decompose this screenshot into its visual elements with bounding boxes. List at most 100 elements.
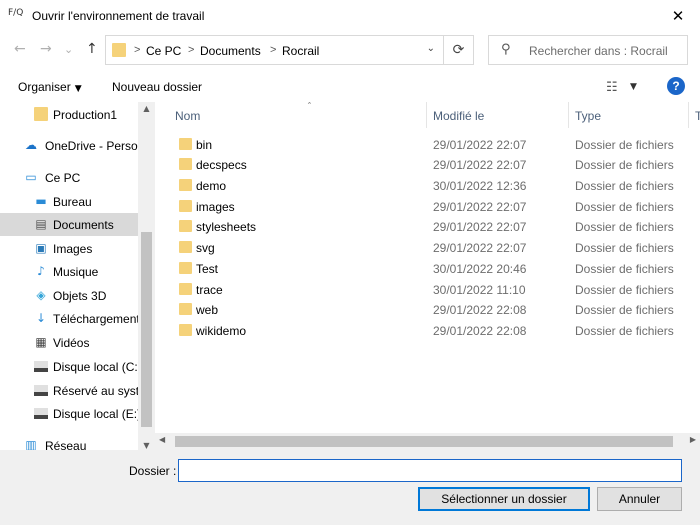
breadcrumb-documents[interactable]: Documents xyxy=(200,44,261,58)
dialog-footer: Dossier : Sélectionner un dossier Annule… xyxy=(0,450,700,525)
new-folder-button[interactable]: Nouveau dossier xyxy=(112,80,202,94)
sidebar-item-label: Ce PC xyxy=(45,171,81,185)
scrollbar-thumb[interactable] xyxy=(175,436,673,447)
chevron-down-icon[interactable]: ⌄ xyxy=(427,43,435,54)
table-row[interactable]: bin 29/01/2022 22:07 Dossier de fichiers xyxy=(155,134,700,154)
cancel-button[interactable]: Annuler xyxy=(597,487,682,511)
folder-input[interactable] xyxy=(178,459,682,482)
file-name: trace xyxy=(196,283,223,297)
music-icon: ♪ xyxy=(37,264,45,278)
sidebar-item-ce-pc[interactable]: ▭ Ce PC xyxy=(0,166,138,189)
file-type: Dossier de fichiers xyxy=(575,303,674,317)
table-row[interactable]: decspecs 29/01/2022 22:07 Dossier de fic… xyxy=(155,154,700,174)
scroll-right-icon[interactable]: ▶ xyxy=(690,435,696,444)
sidebar-item-videos[interactable]: ▦ Vidéos xyxy=(0,331,138,354)
file-modified: 29/01/2022 22:07 xyxy=(433,200,527,214)
close-button[interactable]: ✕ xyxy=(656,0,700,32)
recent-locations-icon[interactable]: ⌄ xyxy=(64,43,73,56)
desktop-icon: ▬ xyxy=(35,194,47,208)
search-box[interactable]: ⚲ Rechercher dans : Rocrail xyxy=(488,35,688,65)
file-name: images xyxy=(196,200,235,214)
folder-icon xyxy=(179,283,192,295)
downloads-icon: ↓ xyxy=(35,311,47,325)
sidebar-item-documents[interactable]: ▤ Documents xyxy=(0,213,138,236)
file-name: svg xyxy=(196,241,215,255)
file-type: Dossier de fichiers xyxy=(575,179,674,193)
drive-icon xyxy=(34,361,48,372)
folder-icon xyxy=(179,158,192,170)
sidebar-item-bureau[interactable]: ▬ Bureau xyxy=(0,190,138,213)
table-row[interactable]: Test 30/01/2022 20:46 Dossier de fichier… xyxy=(155,258,700,278)
table-row[interactable]: wikidemo 29/01/2022 22:08 Dossier de fic… xyxy=(155,320,700,340)
scrollbar-thumb[interactable] xyxy=(141,232,152,427)
file-modified: 29/01/2022 22:08 xyxy=(433,303,527,317)
breadcrumb-separator: > xyxy=(188,44,195,56)
view-options-icon[interactable]: ☷ xyxy=(606,80,618,95)
column-header-label: T xyxy=(695,109,700,123)
breadcrumb-separator: > xyxy=(270,44,277,56)
table-row[interactable]: trace 30/01/2022 11:10 Dossier de fichie… xyxy=(155,279,700,299)
table-row[interactable]: images 29/01/2022 22:07 Dossier de fichi… xyxy=(155,196,700,216)
refresh-button[interactable]: ⟳ xyxy=(444,35,474,65)
scroll-down-icon[interactable]: ▼ xyxy=(138,441,155,450)
window-title: Ouvrir l'environnement de travail xyxy=(32,9,205,23)
folder-icon xyxy=(179,179,192,191)
table-row[interactable]: demo 30/01/2022 12:36 Dossier de fichier… xyxy=(155,175,700,195)
documents-icon: ▤ xyxy=(35,217,47,231)
file-modified: 29/01/2022 22:07 xyxy=(433,158,527,172)
folder-icon xyxy=(179,138,192,150)
help-icon[interactable]: ? xyxy=(667,77,685,95)
sidebar-item-telechargements[interactable]: ↓ Téléchargements xyxy=(0,307,146,330)
folder-label: Dossier : xyxy=(129,464,177,478)
folder-icon xyxy=(34,107,48,121)
folder-icon xyxy=(179,324,192,336)
sidebar-item-label: OneDrive - Perso xyxy=(45,139,138,153)
sidebar-item-onedrive[interactable]: ☁ OneDrive - Perso xyxy=(0,134,138,157)
file-list-scrollbar[interactable]: ◀ ▶ xyxy=(155,433,700,450)
refresh-icon: ⟳ xyxy=(452,42,465,58)
file-type: Dossier de fichiers xyxy=(575,283,674,297)
sidebar-item-disque-e[interactable]: Disque local (E:) xyxy=(0,402,141,425)
column-header-name[interactable]: Nom ˄ xyxy=(169,102,427,128)
app-icon: F/Q xyxy=(8,8,24,18)
file-type: Dossier de fichiers xyxy=(575,158,674,172)
table-row[interactable]: web 29/01/2022 22:08 Dossier de fichiers xyxy=(155,299,700,319)
breadcrumb-rocrail[interactable]: Rocrail xyxy=(282,44,319,58)
table-row[interactable]: svg 29/01/2022 22:07 Dossier de fichiers xyxy=(155,237,700,257)
sidebar-item-images[interactable]: ▣ Images xyxy=(0,237,138,260)
search-icon: ⚲ xyxy=(501,42,511,57)
sidebar-item-production1[interactable]: Production1 xyxy=(0,103,138,126)
back-icon[interactable]: ← xyxy=(14,41,26,57)
column-header-type[interactable]: Type xyxy=(569,102,689,128)
address-bar[interactable]: > Ce PC > Documents > Rocrail ⌄ xyxy=(105,35,444,65)
breadcrumb-separator: > xyxy=(134,44,141,56)
file-name: stylesheets xyxy=(196,220,257,234)
sidebar-scrollbar[interactable]: ▲ ▼ xyxy=(138,102,155,452)
file-modified: 29/01/2022 22:07 xyxy=(433,220,527,234)
forward-icon[interactable]: → xyxy=(40,41,52,57)
file-type: Dossier de fichiers xyxy=(575,262,674,276)
breadcrumb-ce-pc[interactable]: Ce PC xyxy=(146,44,181,58)
column-header-modified[interactable]: Modifié le xyxy=(427,102,569,128)
sidebar-item-label: Vidéos xyxy=(53,336,90,350)
sidebar-item-disque-c[interactable]: Disque local (C:) xyxy=(0,355,142,378)
scroll-left-icon[interactable]: ◀ xyxy=(159,435,165,444)
organize-button[interactable]: Organiser ▼ xyxy=(18,80,82,94)
sidebar-item-objets-3d[interactable]: ◈ Objets 3D xyxy=(0,284,138,307)
up-icon[interactable]: ↑ xyxy=(86,41,98,57)
column-header-size[interactable]: T xyxy=(689,102,700,128)
file-type: Dossier de fichiers xyxy=(575,220,674,234)
scroll-up-icon[interactable]: ▲ xyxy=(138,104,155,113)
title-bar: F/Q Ouvrir l'environnement de travail ✕ xyxy=(0,0,700,32)
file-name: decspecs xyxy=(196,158,247,172)
file-name: bin xyxy=(196,138,213,152)
file-name: web xyxy=(196,303,219,317)
sidebar-item-reserve-systeme[interactable]: Réservé au système xyxy=(0,379,154,402)
sidebar-item-label: Objets 3D xyxy=(53,289,107,303)
sidebar-item-musique[interactable]: ♪ Musique xyxy=(0,260,138,283)
table-row[interactable]: stylesheets 29/01/2022 22:07 Dossier de … xyxy=(155,216,700,236)
column-header-label: Type xyxy=(575,109,602,123)
search-input[interactable]: Rechercher dans : Rocrail xyxy=(529,44,668,58)
select-folder-button[interactable]: Sélectionner un dossier xyxy=(418,487,590,511)
chevron-down-icon[interactable]: ▼ xyxy=(630,82,637,92)
